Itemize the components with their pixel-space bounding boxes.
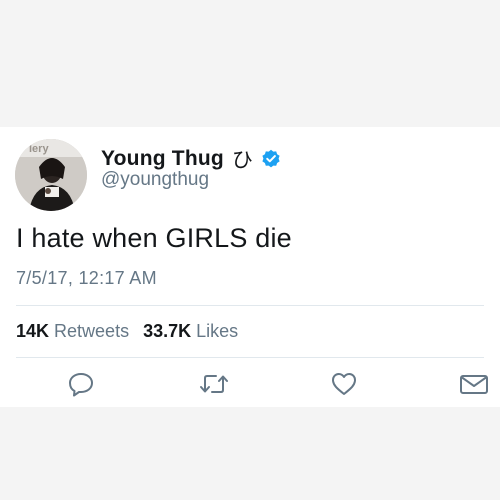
tweet-actions — [0, 371, 500, 401]
like-icon — [330, 371, 358, 402]
reply-icon — [67, 371, 95, 402]
divider — [16, 305, 484, 306]
reply-button[interactable] — [66, 371, 96, 401]
retweet-button[interactable] — [199, 371, 229, 401]
divider — [16, 357, 484, 358]
retweets-label: Retweets — [54, 321, 130, 341]
retweet-icon — [199, 372, 229, 401]
retweets-stat[interactable]: 14K Retweets — [16, 321, 129, 342]
tweet-timestamp[interactable]: 7/5/17, 12:17 AM — [16, 268, 157, 289]
tweet-text: I hate when GIRLS die — [16, 223, 292, 253]
tweet-card: lery Young Thug ひ @youngthug I hate when… — [0, 127, 500, 407]
retweets-count: 14K — [16, 321, 50, 341]
likes-count: 33.7K — [143, 321, 192, 341]
user-handle[interactable]: @youngthug — [101, 169, 209, 191]
direct-message-icon — [459, 373, 489, 400]
direct-message-button[interactable] — [459, 371, 489, 401]
like-button[interactable] — [329, 371, 359, 401]
likes-stat[interactable]: 33.7K Likes — [143, 321, 238, 342]
likes-label: Likes — [196, 321, 239, 341]
avatar-watermark-text: lery — [29, 143, 49, 155]
display-name[interactable]: Young Thug — [101, 147, 224, 171]
tweet-stats: 14K Retweets 33.7K Likes — [16, 321, 238, 342]
avatar[interactable]: lery — [15, 139, 87, 211]
name-symbol: ひ — [231, 148, 253, 172]
verified-badge-icon — [261, 149, 281, 169]
